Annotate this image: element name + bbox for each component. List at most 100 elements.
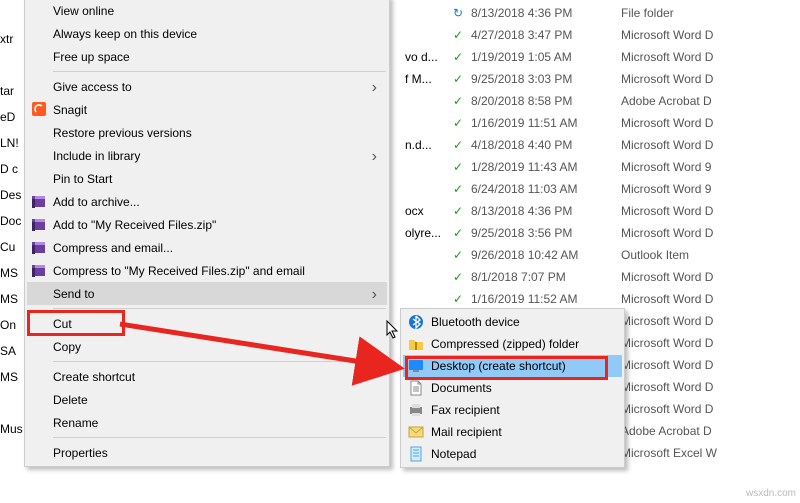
menu-item-label: Add to "My Received Files.zip" — [53, 218, 216, 232]
menu-separator — [53, 71, 386, 72]
menu-item-give-access-to[interactable]: Give access to› — [27, 75, 387, 98]
chevron-right-icon: › — [372, 148, 377, 166]
menu-item-label: Add to archive... — [53, 195, 140, 209]
menu-item-label: Give access to — [53, 80, 132, 94]
sidebar-label-fragment: Des — [0, 188, 23, 214]
menu-item-rename[interactable]: Rename — [27, 411, 387, 434]
winrar-icon — [31, 262, 47, 278]
submenu-item-mail-recipient[interactable]: Mail recipient — [403, 421, 622, 443]
menu-item-label: Create shortcut — [53, 370, 135, 384]
sidebar-label-fragment — [0, 396, 23, 422]
sidebar-label-fragment: SA — [0, 344, 23, 370]
menu-item-copy[interactable]: Copy — [27, 335, 387, 358]
file-date: 1/28/2019 11:43 AM — [471, 156, 621, 178]
fax-icon — [408, 402, 424, 418]
menu-item-create-shortcut[interactable]: Create shortcut — [27, 365, 387, 388]
file-date: 9/26/2018 10:42 AM — [471, 244, 621, 266]
file-date: 8/13/2018 4:36 PM — [471, 2, 621, 24]
available-icon: ✓ — [445, 244, 471, 266]
file-type: Microsoft Word D — [621, 376, 800, 398]
file-type: Microsoft Word D — [621, 46, 800, 68]
file-type: Microsoft Word D — [621, 310, 800, 332]
sidebar-label-fragment — [0, 58, 23, 84]
file-type: Microsoft Word D — [621, 200, 800, 222]
menu-item-add-to-my-received-files-zip[interactable]: Add to "My Received Files.zip" — [27, 213, 387, 236]
menu-item-compress-to-my-received-files-zip-and-email[interactable]: Compress to "My Received Files.zip" and … — [27, 259, 387, 282]
menu-item-free-up-space[interactable]: Free up space — [27, 45, 387, 68]
menu-item-label: Free up space — [53, 50, 130, 64]
menu-separator — [53, 361, 386, 362]
menu-item-label: Properties — [53, 446, 108, 460]
submenu-item-bluetooth-device[interactable]: Bluetooth device — [403, 311, 622, 333]
menu-separator — [53, 437, 386, 438]
file-date: 8/13/2018 4:36 PM — [471, 200, 621, 222]
submenu-item-desktop-create-shortcut[interactable]: Desktop (create shortcut) — [403, 355, 622, 377]
menu-item-restore-previous-versions[interactable]: Restore previous versions — [27, 121, 387, 144]
menu-item-properties[interactable]: Properties — [27, 441, 387, 464]
sidebar-label-fragment — [0, 6, 23, 32]
sidebar-label-fragment: Mus — [0, 422, 23, 448]
sidebar-label-fragment: MS — [0, 266, 23, 292]
menu-item-label: Pin to Start — [53, 172, 112, 186]
file-date: 9/25/2018 3:03 PM — [471, 68, 621, 90]
available-icon: ✓ — [445, 156, 471, 178]
file-type: File folder — [621, 2, 800, 24]
file-type: Outlook Item — [621, 244, 800, 266]
file-type: Microsoft Word D — [621, 354, 800, 376]
file-date: 4/18/2018 4:40 PM — [471, 134, 621, 156]
file-type: Microsoft Word D — [621, 134, 800, 156]
sidebar-fragment: xtrtareDLN!D cDesDocCuMSMSOnSAMSMus — [0, 6, 23, 500]
available-icon: ✓ — [445, 288, 471, 310]
file-date: 1/16/2019 11:52 AM — [471, 288, 621, 310]
file-type: Adobe Acrobat D — [621, 420, 800, 442]
sidebar-label-fragment: eD — [0, 110, 23, 136]
file-type: Microsoft Word D — [621, 24, 800, 46]
submenu-item-notepad[interactable]: Notepad — [403, 443, 622, 465]
sidebar-label-fragment: LN! — [0, 136, 23, 162]
documents-icon — [408, 380, 424, 396]
available-icon: ✓ — [445, 46, 471, 68]
file-date: 1/16/2019 11:51 AM — [471, 112, 621, 134]
menu-item-label: Compress to "My Received Files.zip" and … — [53, 264, 305, 278]
context-menu[interactable]: View onlineAlways keep on this device Fre… — [24, 0, 390, 467]
submenu-item-documents[interactable]: Documents — [403, 377, 622, 399]
menu-item-include-in-library[interactable]: Include in library › — [27, 144, 387, 167]
submenu-item-label: Fax recipient — [431, 403, 500, 417]
menu-item-view-online[interactable]: View online — [27, 0, 387, 22]
menu-item-label: Delete — [53, 393, 88, 407]
menu-item-snagit[interactable]: Snagit — [27, 98, 387, 121]
menu-item-label: Send to — [53, 287, 94, 301]
file-date: 4/27/2018 3:47 PM — [471, 24, 621, 46]
menu-item-always-keep-on-this-device[interactable]: Always keep on this device — [27, 22, 387, 45]
submenu-item-label: Compressed (zipped) folder — [431, 337, 579, 351]
available-icon: ✓ — [445, 24, 471, 46]
file-type: Microsoft Excel W — [621, 442, 800, 464]
file-type: Microsoft Word D — [621, 332, 800, 354]
submenu-item-compressed-zipped-folder[interactable]: Compressed (zipped) folder — [403, 333, 622, 355]
desktop-icon — [408, 358, 424, 374]
file-type: Microsoft Word 9 — [621, 156, 800, 178]
menu-item-cut[interactable]: Cut — [27, 312, 387, 335]
menu-item-pin-to-start[interactable]: Pin to Start — [27, 167, 387, 190]
menu-item-compress-and-email[interactable]: Compress and email... — [27, 236, 387, 259]
menu-item-add-to-archive[interactable]: Add to archive... — [27, 190, 387, 213]
submenu-item-label: Documents — [431, 381, 492, 395]
file-type: Microsoft Word D — [621, 68, 800, 90]
menu-item-label: Copy — [53, 340, 81, 354]
file-date: 9/25/2018 3:56 PM — [471, 222, 621, 244]
send-to-submenu[interactable]: Bluetooth device Compressed (zipped) fold… — [400, 308, 625, 468]
available-icon: ✓ — [445, 68, 471, 90]
menu-separator — [53, 308, 386, 309]
menu-item-delete[interactable]: Delete — [27, 388, 387, 411]
submenu-item-fax-recipient[interactable]: Fax recipient — [403, 399, 622, 421]
winrar-icon — [31, 239, 47, 255]
available-icon: ✓ — [445, 134, 471, 156]
available-icon: ✓ — [445, 222, 471, 244]
menu-item-send-to[interactable]: Send to› — [27, 282, 387, 305]
watermark-text: wsxdn.com — [746, 488, 796, 499]
file-date: 8/1/2018 7:07 PM — [471, 266, 621, 288]
menu-item-label: Include in library — [53, 149, 140, 163]
available-icon: ✓ — [445, 266, 471, 288]
sidebar-label-fragment: MS — [0, 292, 23, 318]
submenu-item-label: Bluetooth device — [431, 315, 520, 329]
